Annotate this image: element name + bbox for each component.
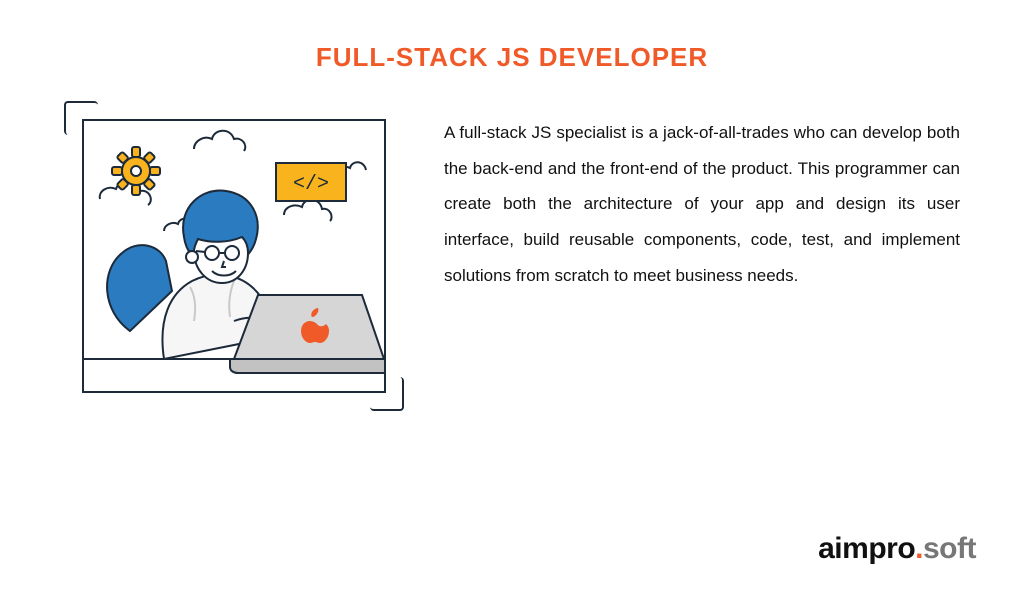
- chair-icon: [107, 245, 172, 331]
- content-row: </>: [0, 73, 1024, 411]
- brand-second: soft: [923, 532, 976, 565]
- code-tag-text: </>: [293, 173, 329, 196]
- gear-icon: [112, 147, 160, 195]
- brand-logo: aimpro.soft: [818, 532, 976, 566]
- laptop-icon: [230, 295, 384, 373]
- illustration-frame: </>: [64, 101, 404, 411]
- brand-dot: .: [915, 532, 923, 565]
- description-text: A full-stack JS specialist is a jack-of-…: [444, 101, 960, 293]
- developer-illustration: </>: [84, 121, 384, 391]
- code-tag-icon: </>: [276, 163, 346, 201]
- brand-first: aimpro: [818, 532, 915, 565]
- head-icon: [183, 190, 258, 283]
- page-title: FULL-STACK JS DEVELOPER: [0, 42, 1024, 73]
- illustration-panel: </>: [82, 119, 386, 393]
